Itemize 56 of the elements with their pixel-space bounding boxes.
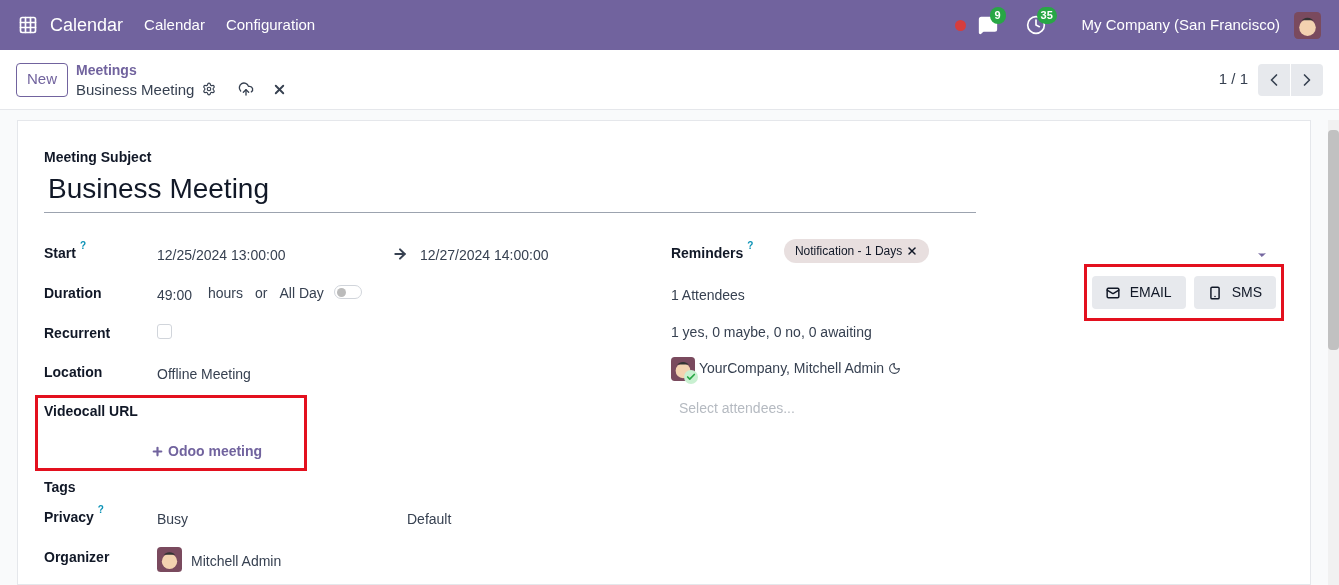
duration-unit: hours [208, 284, 244, 303]
help-mark[interactable]: ? [79, 241, 86, 251]
envelope-icon [1105, 285, 1120, 300]
help-mark[interactable]: ? [97, 505, 104, 515]
field-label: Reminders [670, 244, 744, 263]
reminder-tag[interactable]: Notification - 1 Days [783, 239, 930, 263]
help-mark[interactable]: ? [747, 241, 754, 251]
phone-icon [1207, 285, 1222, 300]
all-day-label: All Day [279, 284, 324, 303]
new-button[interactable]: New [16, 62, 68, 97]
field-label: Location [44, 363, 103, 382]
subject-field[interactable]: Business Meeting [44, 168, 976, 213]
scrollbar[interactable] [1328, 120, 1339, 585]
privacy-field[interactable]: Busy [157, 509, 407, 547]
avatar-icon [1294, 11, 1321, 39]
duration-field[interactable]: 49:00 [157, 285, 208, 306]
message-count-badge: 9 [989, 7, 1006, 24]
previous-button[interactable] [1258, 63, 1290, 96]
field-label: Videocall URL [44, 402, 139, 421]
end-date-field[interactable]: 12/27/2024 14:00:00 [420, 245, 549, 283]
field-label: Start [44, 244, 76, 263]
pager-text: 1 / 1 [1218, 69, 1248, 90]
show-as-field[interactable]: Default [407, 509, 452, 547]
app-title[interactable]: Calendar [50, 11, 124, 39]
remove-icon[interactable] [906, 245, 919, 257]
settings-icon[interactable] [202, 82, 217, 96]
attendees-count: 1 Attendees [670, 286, 746, 305]
activity-count-badge: 35 [1036, 7, 1057, 24]
company-name[interactable]: My Company (San Francisco) [1081, 13, 1280, 37]
field-label: Tags [44, 478, 76, 497]
or-text: or [255, 284, 268, 303]
menu-item[interactable]: Configuration [225, 13, 316, 37]
next-button[interactable] [1291, 63, 1323, 96]
attendees-summary: 1 yes, 0 maybe, 0 no, 0 awaiting [670, 323, 873, 342]
avatar-icon [157, 547, 182, 572]
start-date-field[interactable]: 12/25/2024 13:00:00 [157, 245, 392, 283]
field-label: Recurrent [44, 324, 111, 343]
menu-item[interactable]: Calendar [144, 13, 205, 37]
field-label: Duration [44, 284, 102, 303]
record-title: Business Meeting [76, 79, 195, 99]
plus-icon [151, 445, 164, 458]
save-icon[interactable] [238, 81, 255, 97]
moon-icon [888, 362, 902, 375]
field-label: Organizer [44, 548, 110, 567]
arrow-right-icon [392, 246, 408, 262]
field-label: Privacy [44, 508, 94, 527]
breadcrumb-link[interactable]: Meetings [76, 60, 288, 80]
attendee-name[interactable]: YourCompany, Mitchell Admin [698, 358, 885, 379]
odoo-meeting-link[interactable]: Odoo meeting [151, 441, 263, 462]
location-field[interactable]: Offline Meeting [157, 364, 251, 395]
field-label: Meeting Subject [44, 148, 153, 167]
apps-menu-icon[interactable] [18, 15, 38, 35]
sms-button[interactable]: SMS [1193, 276, 1276, 309]
email-button[interactable]: EMAIL [1091, 276, 1186, 309]
organizer-field[interactable]: Mitchell Admin [191, 551, 282, 583]
recurrent-checkbox[interactable] [157, 324, 172, 339]
